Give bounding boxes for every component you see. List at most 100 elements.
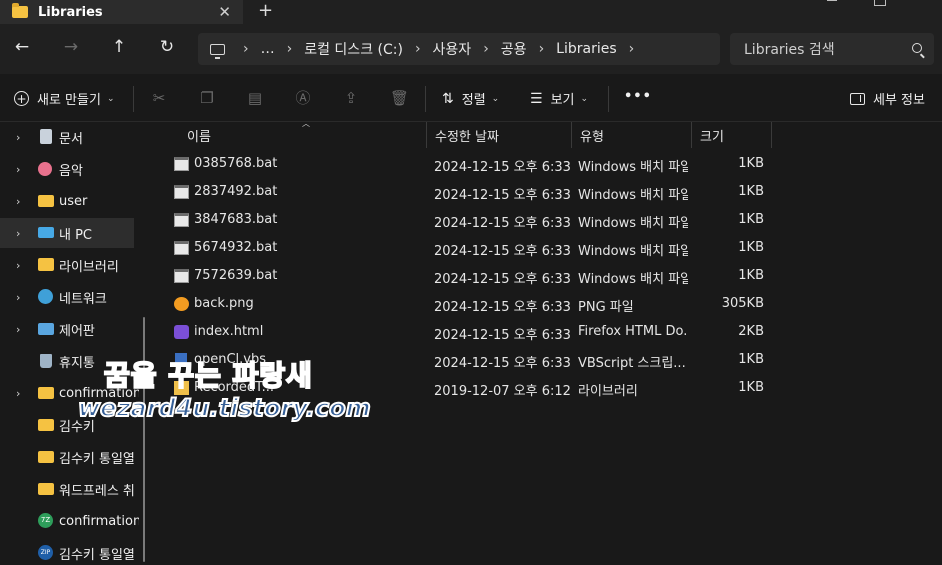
sidebar-item-documents[interactable]: › 문서 <box>0 122 134 152</box>
copy-icon[interactable]: ❐ <box>198 89 216 107</box>
tab-title: Libraries <box>38 4 103 20</box>
sidebar-item-music[interactable]: › 음악 <box>0 154 134 184</box>
sidebar-item-label: 김수키 통일열 <box>59 451 135 467</box>
more-options-button[interactable]: ••• <box>624 89 652 104</box>
sidebar-item-kimsuky-unification[interactable]: 김수키 통일열 <box>0 442 135 472</box>
file-row[interactable]: 3847683.bat 2024-12-15 오후 6:33 Windows 배… <box>167 206 777 234</box>
sidebar-item-label: user <box>59 193 88 209</box>
chevron-right-icon[interactable]: › <box>16 131 20 144</box>
breadcrumb-libraries[interactable]: Libraries <box>556 41 616 57</box>
file-list: ︿ 이름 수정한 날짜 유형 크기 0385768.bat 2024-12-15… <box>157 119 942 565</box>
chevron-right-icon[interactable]: › <box>539 41 545 57</box>
pc-icon <box>210 43 225 59</box>
sidebar-item-libraries[interactable]: › 라이브러리 <box>0 250 134 280</box>
file-date: 2024-12-15 오후 6:33 <box>434 300 571 315</box>
column-header-date[interactable]: 수정한 날짜 <box>427 122 572 148</box>
forward-button[interactable]: → <box>59 37 83 57</box>
file-type: Windows 배치 파일 <box>578 244 688 259</box>
details-pane-button[interactable]: 세부 정보 <box>850 89 925 108</box>
address-bar[interactable]: › … › 로컬 디스크 (C:) › 사용자 › 공용 › Libraries… <box>198 33 720 65</box>
file-row[interactable]: back.png 2024-12-15 오후 6:33 PNG 파일 305KB <box>167 290 777 318</box>
command-toolbar: + 새로 만들기 ⌄ ✂ ❐ ▤ Ⓐ ⇪ 🗑 ⇅ 정렬 ⌄ ☰ 보기 ⌄ •••… <box>0 74 942 122</box>
back-button[interactable]: ← <box>10 37 34 57</box>
up-button[interactable]: ↑ <box>107 37 131 57</box>
file-row[interactable]: index.html 2024-12-15 오후 6:33 Firefox HT… <box>167 318 777 346</box>
watermark-url: wezard4u.tistory.com <box>77 393 372 423</box>
share-icon[interactable]: ⇪ <box>342 89 360 107</box>
column-header-type[interactable]: 유형 <box>572 122 692 148</box>
breadcrumb-local-disk[interactable]: 로컬 디스크 (C:) <box>304 39 403 59</box>
chevron-right-icon[interactable]: › <box>16 163 20 176</box>
file-date: 2024-12-15 오후 6:33 <box>434 160 571 175</box>
title-bar: Libraries ✕ + <box>0 0 942 24</box>
html-file-icon <box>174 325 189 339</box>
view-list-icon: ☰ <box>530 90 543 107</box>
chevron-right-icon[interactable]: › <box>16 323 20 336</box>
folder-icon <box>38 419 54 431</box>
file-name: index.html <box>194 324 264 339</box>
search-input[interactable]: Libraries 검색 <box>730 33 934 65</box>
chevron-right-icon[interactable]: › <box>16 387 20 400</box>
sidebar-item-this-pc[interactable]: › 내 PC <box>0 218 134 248</box>
chevron-right-icon[interactable]: › <box>629 41 635 57</box>
rename-icon[interactable]: Ⓐ <box>294 89 312 107</box>
new-button[interactable]: + 새로 만들기 ⌄ <box>14 89 114 108</box>
sidebar-item-control-panel[interactable]: › 제어판 <box>0 314 134 344</box>
document-icon <box>40 129 52 144</box>
file-row[interactable]: 7572639.bat 2024-12-15 오후 6:33 Windows 배… <box>167 262 777 290</box>
sidebar-item-confirmation-7z[interactable]: 7Z confirmation.7 <box>0 506 139 536</box>
column-header-label: 수정한 날짜 <box>435 129 499 145</box>
breadcrumb-overflow[interactable]: … <box>261 41 275 57</box>
chevron-right-icon[interactable]: › <box>16 291 20 304</box>
batch-file-icon <box>174 241 189 255</box>
control-panel-icon <box>38 323 54 335</box>
chevron-right-icon[interactable]: › <box>16 227 20 240</box>
file-size: 1KB <box>738 240 764 255</box>
sidebar-item-label: 라이브러리 <box>59 259 119 275</box>
folder-icon <box>38 451 54 463</box>
new-tab-button[interactable]: + <box>258 0 273 21</box>
minimize-icon[interactable] <box>827 0 837 1</box>
file-size: 1KB <box>738 352 764 367</box>
chevron-right-icon[interactable]: › <box>16 259 20 272</box>
delete-icon[interactable]: 🗑 <box>390 89 409 107</box>
file-row[interactable]: 0385768.bat 2024-12-15 오후 6:33 Windows 배… <box>167 150 777 178</box>
file-size: 1KB <box>738 156 764 171</box>
refresh-button[interactable]: ↻ <box>155 37 179 57</box>
file-date: 2024-12-15 오후 6:33 <box>434 188 571 203</box>
zip-icon: ZIP <box>38 545 53 560</box>
recycle-bin-icon <box>40 354 52 368</box>
sidebar-item-label: 문서 <box>59 131 83 147</box>
sort-button[interactable]: ⇅ 정렬 ⌄ <box>442 89 499 109</box>
file-size: 1KB <box>738 184 764 199</box>
file-row[interactable]: 2837492.bat 2024-12-15 오후 6:33 Windows 배… <box>167 178 777 206</box>
chevron-right-icon[interactable]: › <box>243 41 249 57</box>
chevron-right-icon[interactable]: › <box>16 195 20 208</box>
maximize-icon[interactable] <box>874 0 886 6</box>
sidebar-item-network[interactable]: › 네트워크 <box>0 282 134 312</box>
tab-libraries[interactable]: Libraries ✕ <box>0 0 243 24</box>
file-name: 7572639.bat <box>194 268 278 283</box>
network-icon <box>38 289 53 304</box>
sidebar-item-user[interactable]: › user <box>0 186 134 216</box>
file-row[interactable]: 5674932.bat 2024-12-15 오후 6:33 Windows 배… <box>167 234 777 262</box>
view-button[interactable]: ☰ 보기 ⌄ <box>530 89 588 109</box>
sidebar-item-wordpress[interactable]: 워드프레스 취 <box>0 474 135 504</box>
details-label: 세부 정보 <box>873 93 925 108</box>
file-date: 2019-12-07 오후 6:12 <box>434 384 571 399</box>
chevron-right-icon[interactable]: › <box>415 41 421 57</box>
breadcrumb-users[interactable]: 사용자 <box>433 39 472 59</box>
column-header-size[interactable]: 크기 <box>692 122 772 148</box>
close-tab-icon[interactable]: ✕ <box>218 3 231 21</box>
batch-file-icon <box>174 157 189 171</box>
cut-icon[interactable]: ✂ <box>150 89 168 107</box>
sidebar-item-kimsuky-zip[interactable]: ZIP 김수키 통일열 <box>0 538 135 565</box>
breadcrumb-public[interactable]: 공용 <box>501 39 527 59</box>
file-name: 3847683.bat <box>194 212 278 227</box>
watermark-title: 꿈을 꾸는 파랑새 <box>103 358 313 393</box>
column-header-name[interactable]: 이름 <box>177 122 427 148</box>
folder-icon <box>12 3 28 18</box>
chevron-right-icon[interactable]: › <box>287 41 293 57</box>
paste-icon[interactable]: ▤ <box>246 89 264 107</box>
chevron-right-icon[interactable]: › <box>483 41 489 57</box>
